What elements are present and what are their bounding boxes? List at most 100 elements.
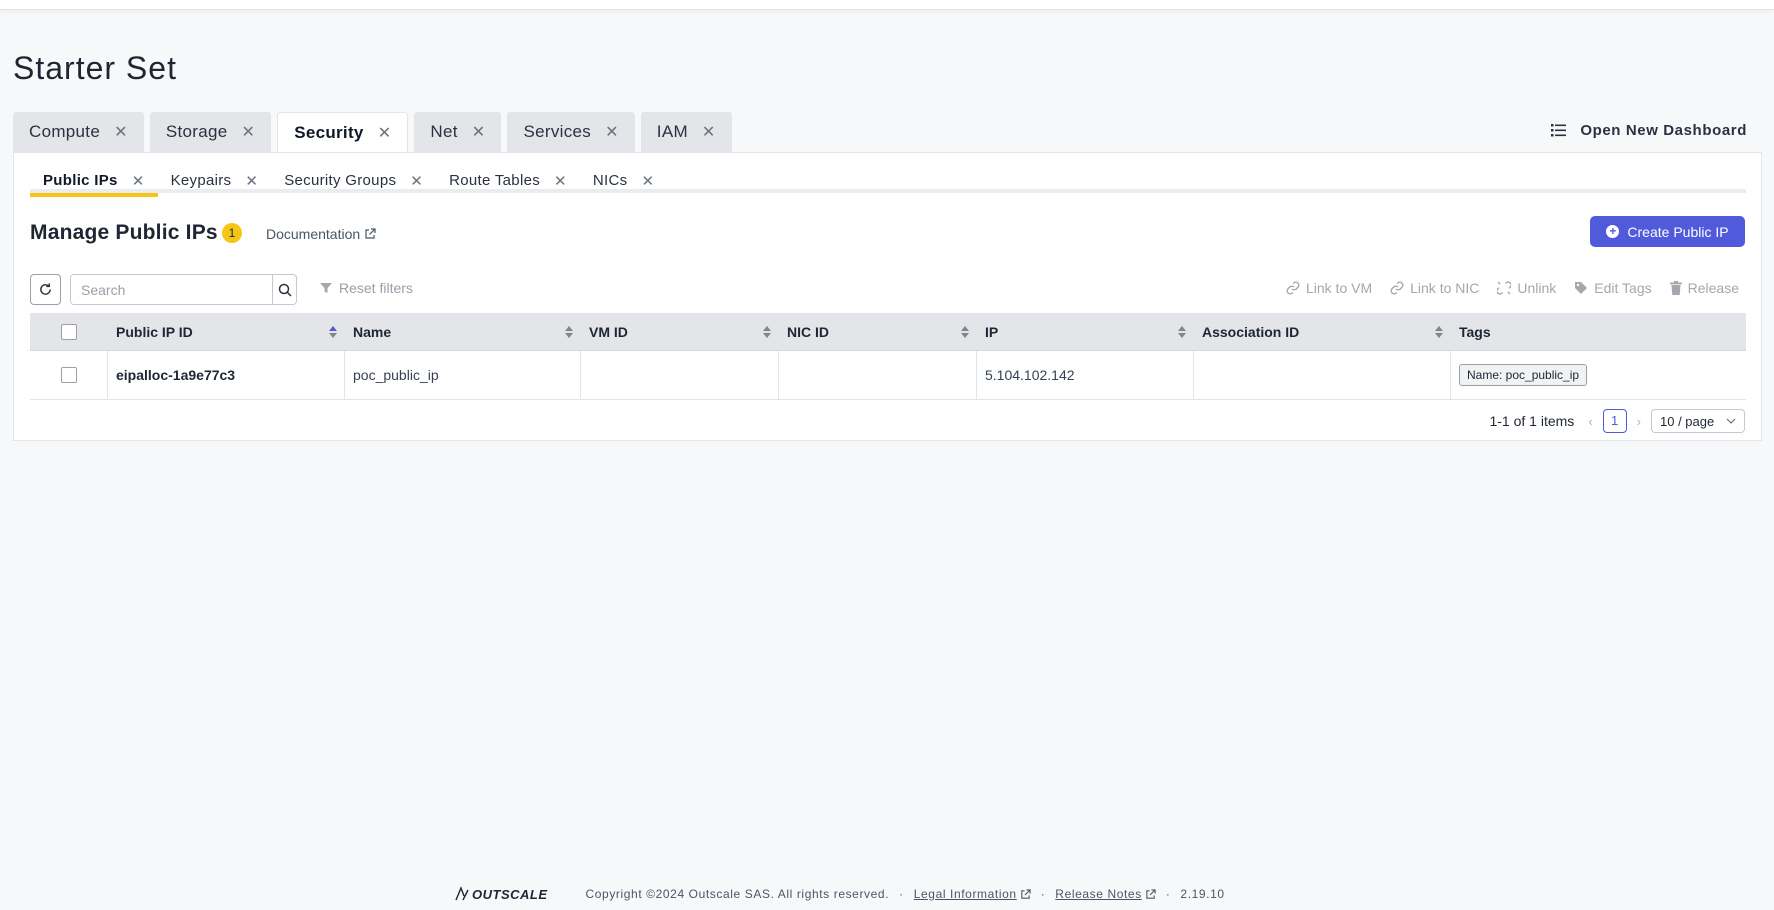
unlink-button[interactable]: Unlink (1497, 280, 1556, 296)
legal-label: Legal Information (913, 887, 1017, 901)
column-name[interactable]: Name (345, 313, 581, 350)
column-public-ip-id[interactable]: Public IP ID (108, 313, 345, 350)
sort-icon[interactable] (961, 325, 969, 338)
close-icon[interactable]: ✕ (114, 122, 128, 142)
link-to-nic-label: Link to NIC (1410, 280, 1480, 296)
table-row[interactable]: eipalloc-1a9e77c3 poc_public_ip 5.104.10… (30, 351, 1746, 400)
subtab-nics[interactable]: NICs ✕ (580, 161, 667, 193)
tag-icon (1575, 282, 1588, 294)
page-number-button[interactable]: 1 (1602, 409, 1627, 433)
link-to-nic-button[interactable]: Link to NIC (1390, 280, 1479, 296)
logo-mark-icon (455, 886, 469, 901)
search-input[interactable] (71, 275, 272, 304)
subtab-route-tables[interactable]: Route Tables ✕ (436, 161, 580, 193)
sort-icon[interactable] (1435, 325, 1443, 338)
column-label: NIC ID (787, 323, 829, 340)
tab-label: Services (523, 122, 592, 141)
cell-tags: Name: poc_public_ip (1451, 351, 1746, 399)
subtab-label: NICs (592, 172, 628, 189)
close-icon[interactable]: ✕ (241, 122, 255, 142)
close-icon[interactable]: ✕ (132, 172, 145, 190)
unlink-icon (1497, 281, 1512, 295)
cell-nic-id (779, 351, 977, 399)
prev-page-icon[interactable]: ‹ (1588, 414, 1592, 429)
next-page-icon[interactable]: › (1637, 414, 1641, 429)
close-icon[interactable]: ✕ (702, 122, 716, 142)
release-label: Release (1687, 280, 1739, 296)
create-public-ip-button[interactable]: + Create Public IP (1590, 216, 1745, 247)
tab-storage[interactable]: Storage ✕ (149, 112, 272, 152)
subtab-label: Security Groups (284, 172, 397, 189)
select-all-checkbox[interactable] (61, 323, 77, 340)
public-ips-table: Public IP ID Name VM ID NIC ID IP Associ… (30, 313, 1746, 400)
close-icon[interactable]: ✕ (641, 172, 654, 190)
row-select-cell (30, 351, 108, 399)
subtab-security-groups[interactable]: Security Groups ✕ (271, 161, 436, 193)
tab-label: Storage (165, 122, 228, 141)
version-text: 2.19.10 (1180, 887, 1225, 901)
tab-security[interactable]: Security ✕ (277, 112, 409, 153)
column-nic-id[interactable]: NIC ID (779, 313, 977, 350)
tab-services[interactable]: Services ✕ (507, 112, 635, 152)
subtab-public-ips[interactable]: Public IPs ✕ (30, 161, 158, 197)
close-icon[interactable]: ✕ (472, 122, 486, 142)
external-link-icon (1146, 888, 1156, 899)
search-icon (278, 283, 292, 297)
manage-title: Manage Public IPs (30, 221, 218, 244)
sort-icon[interactable] (763, 325, 771, 338)
footer: OUTSCALE Copyright ©2024 Outscale SAS. A… (454, 886, 1225, 902)
subtab-label: Route Tables (449, 172, 541, 189)
close-icon[interactable]: ✕ (410, 172, 423, 190)
tab-net[interactable]: Net ✕ (414, 112, 502, 152)
tag-chip: Name: poc_public_ip (1459, 364, 1588, 386)
sort-icon[interactable] (565, 325, 573, 338)
tab-label: IAM (656, 122, 688, 141)
column-label: VM ID (589, 323, 628, 340)
column-association-id[interactable]: Association ID (1194, 313, 1451, 350)
column-vm-id[interactable]: VM ID (581, 313, 779, 350)
list-icon (1551, 124, 1567, 137)
edit-tags-button[interactable]: Edit Tags (1574, 280, 1652, 296)
release-notes-label: Release Notes (1055, 887, 1142, 901)
sort-icon[interactable] (329, 325, 337, 338)
open-dashboard-label: Open New Dashboard (1580, 122, 1747, 139)
link-to-vm-label: Link to VM (1305, 280, 1373, 296)
refresh-button[interactable] (30, 274, 61, 305)
tab-label: Compute (29, 122, 101, 141)
tab-compute[interactable]: Compute ✕ (13, 112, 144, 152)
release-button[interactable]: Release (1669, 280, 1739, 296)
link-to-vm-button[interactable]: Link to VM (1286, 280, 1372, 296)
documentation-link[interactable]: Documentation (266, 226, 376, 242)
refresh-icon (40, 283, 51, 295)
close-icon[interactable]: ✕ (378, 123, 392, 143)
tab-iam[interactable]: IAM ✕ (640, 112, 732, 152)
close-icon[interactable]: ✕ (245, 172, 258, 190)
cell-public-ip-id: eipalloc-1a9e77c3 (108, 351, 345, 399)
separator: · (1165, 887, 1171, 901)
open-new-dashboard-button[interactable]: Open New Dashboard (1551, 122, 1747, 139)
column-label: Tags (1459, 323, 1491, 340)
link-icon (1286, 281, 1300, 295)
column-tags: Tags (1451, 313, 1746, 350)
legal-information-link[interactable]: Legal Information (914, 887, 1031, 901)
column-label: IP (985, 323, 999, 340)
column-ip[interactable]: IP (977, 313, 1194, 350)
logo-text: OUTSCALE (472, 886, 548, 902)
search-button[interactable] (272, 275, 296, 304)
count-badge: 1 (222, 223, 242, 243)
subtab-keypairs[interactable]: Keypairs ✕ (158, 161, 272, 193)
tab-label: Security (294, 123, 364, 142)
filter-icon (320, 283, 332, 293)
action-bar: Link to VM Link to NIC Unlink Edit Tags … (1286, 280, 1739, 296)
search-box (70, 274, 297, 305)
row-checkbox[interactable] (60, 367, 77, 383)
separator: · (1040, 887, 1046, 901)
reset-filters-button[interactable]: Reset filters (320, 280, 413, 296)
close-icon[interactable]: ✕ (605, 122, 619, 142)
link-icon (1390, 281, 1404, 295)
cell-association-id (1194, 351, 1451, 399)
sort-icon[interactable] (1178, 325, 1186, 338)
page-size-select[interactable]: 10 / page (1651, 409, 1745, 433)
release-notes-link[interactable]: Release Notes (1055, 887, 1156, 901)
close-icon[interactable]: ✕ (554, 172, 567, 190)
